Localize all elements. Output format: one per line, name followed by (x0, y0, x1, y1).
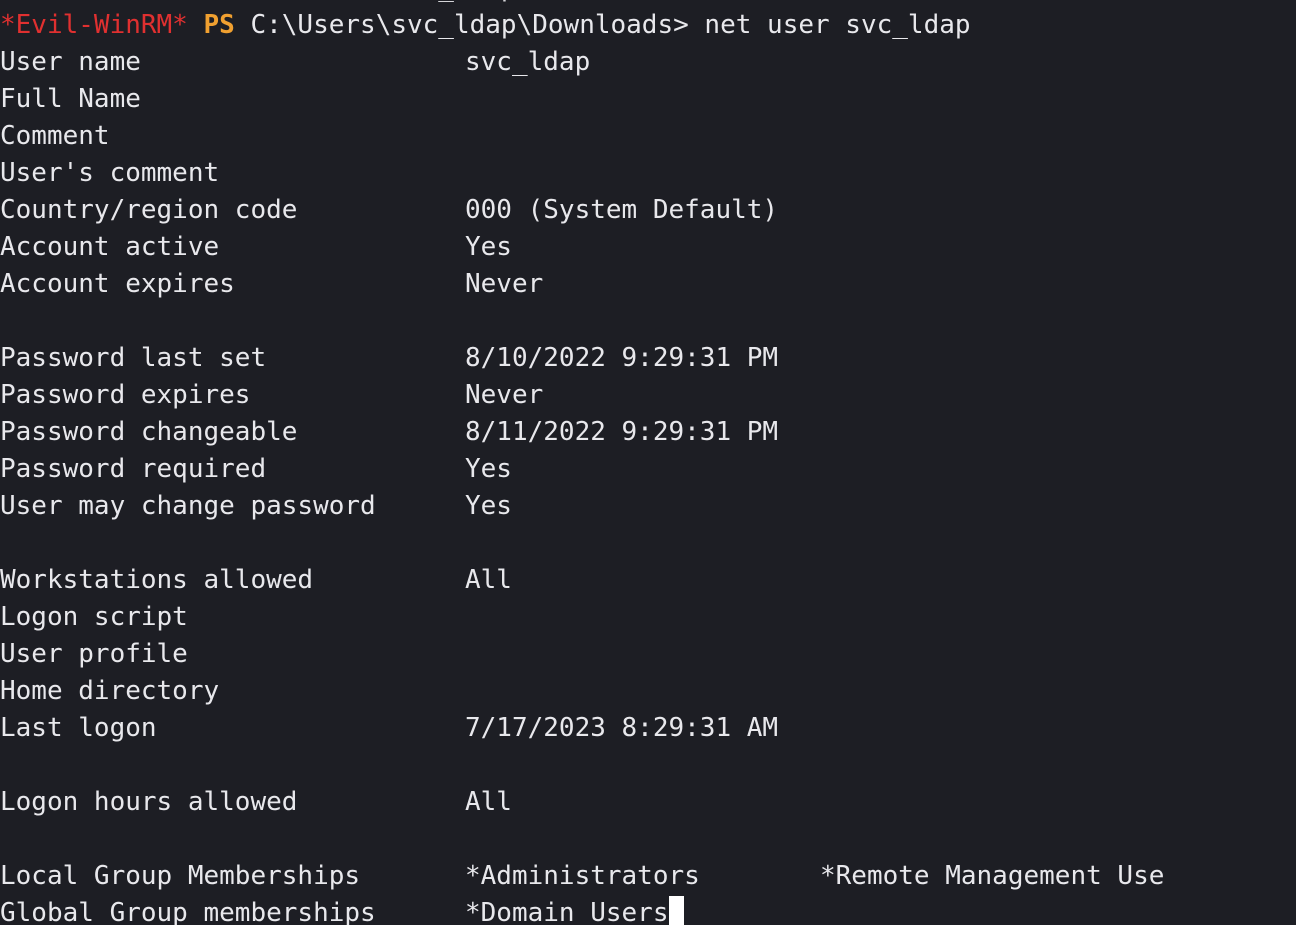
output-row: User's comment (0, 155, 1296, 192)
output-row-label: User may change password (0, 491, 376, 521)
output-row-value: All (465, 787, 512, 817)
output-row-label: Full Name (0, 84, 141, 114)
ghost-ps-label: PS (204, 0, 235, 3)
prompt-line: *Evil-WinRM* PS C:\Users\svc_ldap\Downlo… (0, 7, 1296, 44)
output-row-label: Account active (0, 232, 220, 262)
output-row-label: Account expires (0, 269, 235, 299)
output-row: User name svc_ldap (0, 44, 1296, 81)
prompt-ps-label: PS (203, 10, 235, 40)
output-row-label: Logon script (0, 602, 188, 632)
output-row-value: 7/17/2023 8:29:31 AM (465, 713, 779, 743)
output-row-value: Yes (465, 491, 512, 521)
ghost-path-label: C:\Users\svc_ldap\Downloads> (250, 0, 688, 3)
output-row: Full Name (0, 81, 1296, 118)
output-row-label: Last logon (0, 713, 157, 743)
scrolled-off-previous-line: *Evil-WinRM* PS C:\Users\svc_ldap\Downlo… (0, 0, 1296, 7)
terminal-screen: *Evil-WinRM* PS C:\Users\svc_ldap\Downlo… (0, 0, 1296, 925)
output-row: Local Group Memberships *Administrators *R… (0, 858, 1296, 895)
output-row: Account expires Never (0, 266, 1296, 303)
output-row-value: Yes (465, 232, 512, 262)
output-row-label: Local Group Memberships (0, 861, 361, 891)
output-row: Workstations allowed All (0, 562, 1296, 599)
output-row-label: User's comment (0, 158, 220, 188)
output-row-value: 8/11/2022 9:29:31 PM (465, 417, 779, 447)
output-row-label: Password last set (0, 343, 267, 373)
output-row: User profile (0, 636, 1296, 673)
output-row: Account active Yes (0, 229, 1296, 266)
output-row-label: Workstations allowed (0, 565, 314, 595)
output-row-value: Yes (465, 454, 512, 484)
output-row: Password last set 8/10/2022 9:29:31 PM (0, 340, 1296, 377)
output-row-label: User name (0, 47, 141, 77)
output-row-value: Never (465, 380, 544, 410)
output-row: Password expires Never (0, 377, 1296, 414)
terminal-window[interactable]: *Evil-WinRM* PS C:\Users\svc_ldap\Downlo… (0, 0, 1296, 925)
output-row: Logon script (0, 599, 1296, 636)
output-row-value: 8/10/2022 9:29:31 PM (465, 343, 779, 373)
output-row-value: 000 (System Default) (465, 195, 779, 225)
output-row-label: Global Group memberships (0, 898, 376, 925)
prompt-path-label: C:\Users\svc_ldap\Downloads> (250, 10, 689, 40)
output-row: Country/region code 000 (System Default) (0, 192, 1296, 229)
text-cursor (668, 896, 684, 925)
output-row-value-secondary: *Remote Management Use (820, 861, 1165, 891)
output-row-label: Password required (0, 454, 267, 484)
output-row-label: Comment (0, 121, 110, 151)
output-row: Home directory (0, 673, 1296, 710)
command-output: User name svc_ldap Full Name Comment User's … (0, 44, 1296, 925)
output-row-label: User profile (0, 639, 188, 669)
output-row-label: Password changeable (0, 417, 298, 447)
output-row: Logon hours allowed All (0, 784, 1296, 821)
output-row: User may change password Yes (0, 488, 1296, 525)
output-row-value: *Administrators (465, 861, 700, 891)
output-row-value: svc_ldap (465, 47, 591, 77)
output-row-value: All (465, 565, 512, 595)
output-row: Password changeable 8/11/2022 9:29:31 PM (0, 414, 1296, 451)
command-text: net user svc_ldap (704, 10, 971, 40)
prompt-shell-label: *Evil-WinRM* (0, 10, 188, 40)
output-row-value: *Domain Users (465, 898, 669, 925)
ghost-shell-label: *Evil-WinRM* (0, 0, 188, 3)
output-row-label: Home directory (0, 676, 220, 706)
output-row: Last logon 7/17/2023 8:29:31 AM (0, 710, 1296, 747)
output-row-label: Logon hours allowed (0, 787, 298, 817)
output-row: Global Group memberships *Domain Users (0, 895, 1296, 925)
output-row: Comment (0, 118, 1296, 155)
output-row-value: Never (465, 269, 544, 299)
output-row-label: Country/region code (0, 195, 298, 225)
output-row: Password required Yes (0, 451, 1296, 488)
output-row-label: Password expires (0, 380, 251, 410)
